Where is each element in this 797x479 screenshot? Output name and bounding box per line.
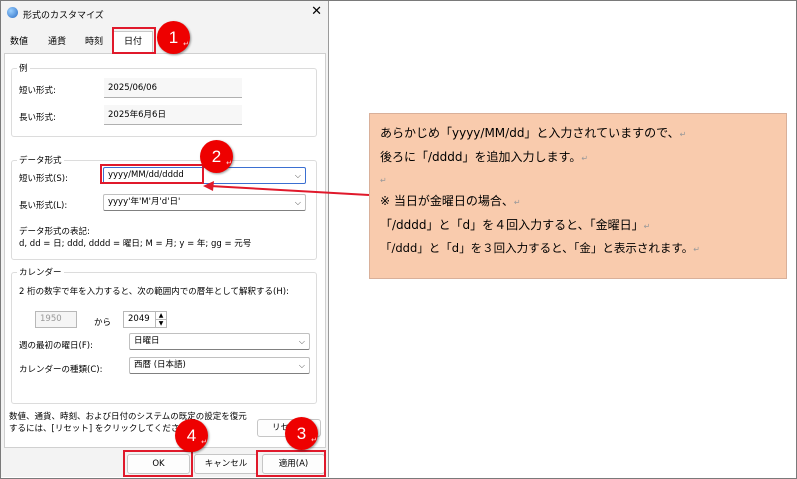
first-day-label: 週の最初の曜日(F):	[19, 341, 93, 351]
first-day-value: 日曜日	[134, 336, 160, 346]
return-mark-icon: ↵	[643, 222, 651, 231]
step-badge-1: 1 ↵	[157, 21, 190, 54]
notation-text: d, dd = 日; ddd, dddd = 曜日; M = 月; y = 年;…	[19, 239, 252, 249]
year-from-field: 1950	[35, 311, 77, 328]
customize-format-dialog: 形式のカスタマイズ ✕ 数値 通貨 時刻 日付 例 短い形式: 2025/06/…	[1, 1, 329, 477]
example-group-label: 例	[17, 62, 30, 74]
example-long-value: 2025年6月6日	[104, 105, 242, 125]
return-mark-icon: ↵	[693, 245, 700, 254]
calendar-type-value: 西暦 (日本語)	[134, 360, 186, 370]
note-text: あらかじめ「yyyy/MM/dd」と入力されていますので、	[380, 126, 680, 140]
chevron-down-icon[interactable]: ⌵	[299, 334, 305, 349]
year-to-stepper[interactable]: 2049 ▲ ▼	[123, 311, 167, 328]
chevron-down-icon[interactable]: ⌵	[295, 168, 301, 183]
ok-button-highlight	[123, 450, 193, 477]
return-mark-icon: ↵	[513, 198, 521, 207]
return-mark-icon: ↵	[311, 437, 317, 444]
chevron-down-icon[interactable]: ⌵	[299, 358, 305, 373]
badge-number: 4	[186, 426, 197, 445]
return-mark-icon: ↵	[201, 439, 207, 446]
note-line-1: あらかじめ「yyyy/MM/dd」と入力されていますので、↵	[380, 124, 686, 141]
close-button[interactable]: ✕	[311, 5, 322, 19]
step-badge-4: 4 ↵	[175, 419, 208, 452]
return-mark-icon: ↵	[679, 130, 687, 139]
two-digit-year-description: 2 桁の数字で年を入力すると、次の範囲内での暦年として解釈する(H):	[19, 287, 289, 297]
date-tab-highlight	[112, 27, 156, 54]
year-range-to-label: から	[94, 318, 112, 328]
long-format-combobox[interactable]: yyyy'年'M'月'd'日' ⌵	[103, 194, 306, 211]
example-long-label: 長い形式:	[19, 113, 56, 123]
note-text: 後ろに「/dddd」を追加入力します。	[380, 150, 582, 164]
tab-time[interactable]: 時刻	[85, 34, 103, 47]
first-day-combobox[interactable]: 日曜日 ⌵	[129, 333, 310, 350]
step-badge-2: 2 ↵	[200, 140, 233, 173]
example-short-value: 2025/06/06	[104, 78, 242, 98]
reset-description-line1: 数値、通貨、時刻、および日付のシステムの既定の設定を復元	[9, 412, 247, 422]
tab-number[interactable]: 数値	[10, 34, 28, 47]
date-tab-panel: 例 短い形式: 2025/06/06 長い形式: 2025年6月6日 データ形式…	[4, 53, 326, 448]
note-line-2: 後ろに「/dddd」を追加入力します。↵	[380, 148, 588, 165]
notation-title: データ形式の表記:	[19, 227, 90, 237]
note-text: ※ 当日が金曜日の場合、	[380, 194, 514, 208]
calendar-group-label: カレンダー	[17, 266, 64, 278]
note-line-5: 「/dddd」と「d」を４回入力すると、「金曜日」↵	[380, 216, 650, 233]
dialog-title: 形式のカスタマイズ	[23, 11, 104, 21]
spin-up-icon[interactable]: ▲	[155, 312, 166, 320]
calendar-type-combobox[interactable]: 西暦 (日本語) ⌵	[129, 357, 310, 374]
long-format-value: yyyy'年'M'月'd'日'	[108, 197, 181, 207]
short-format-highlight	[100, 164, 204, 184]
step-badge-3: 3 ↵	[285, 417, 318, 450]
badge-number: 3	[296, 424, 307, 443]
calendar-type-label: カレンダーの種類(C):	[19, 365, 103, 375]
badge-number: 1	[168, 28, 179, 47]
reset-description-line2: するには、[リセット] をクリックしてください。	[9, 424, 197, 434]
globe-icon	[7, 7, 18, 18]
chevron-down-icon[interactable]: ⌵	[295, 195, 301, 210]
note-line-6: 「/ddd」と「d」を３回入力すると、「金」と表示されます。↵	[380, 240, 700, 256]
return-mark-icon: ↵	[183, 41, 189, 48]
badge-number: 2	[211, 147, 222, 166]
year-to-value: 2049	[128, 314, 150, 324]
note-text: 「/ddd」と「d」を３回入力すると、「金」と表示されます。	[380, 241, 694, 255]
note-line-3: ↵	[380, 172, 387, 186]
data-format-group-label: データ形式	[17, 154, 64, 166]
example-short-label: 短い形式:	[19, 86, 56, 96]
tab-currency[interactable]: 通貨	[48, 34, 66, 47]
note-text: 「/dddd」と「d」を４回入力すると、「金曜日」	[380, 218, 644, 232]
return-mark-icon: ↵	[380, 176, 387, 185]
return-mark-icon: ↵	[226, 160, 232, 167]
long-format-label: 長い形式(L):	[19, 201, 68, 211]
short-format-label: 短い形式(S):	[19, 174, 68, 184]
note-line-4: ※ 当日が金曜日の場合、↵	[380, 192, 521, 209]
return-mark-icon: ↵	[581, 154, 589, 163]
spin-down-icon[interactable]: ▼	[155, 320, 166, 327]
instruction-note: あらかじめ「yyyy/MM/dd」と入力されていますので、↵ 後ろに「/dddd…	[369, 113, 787, 279]
